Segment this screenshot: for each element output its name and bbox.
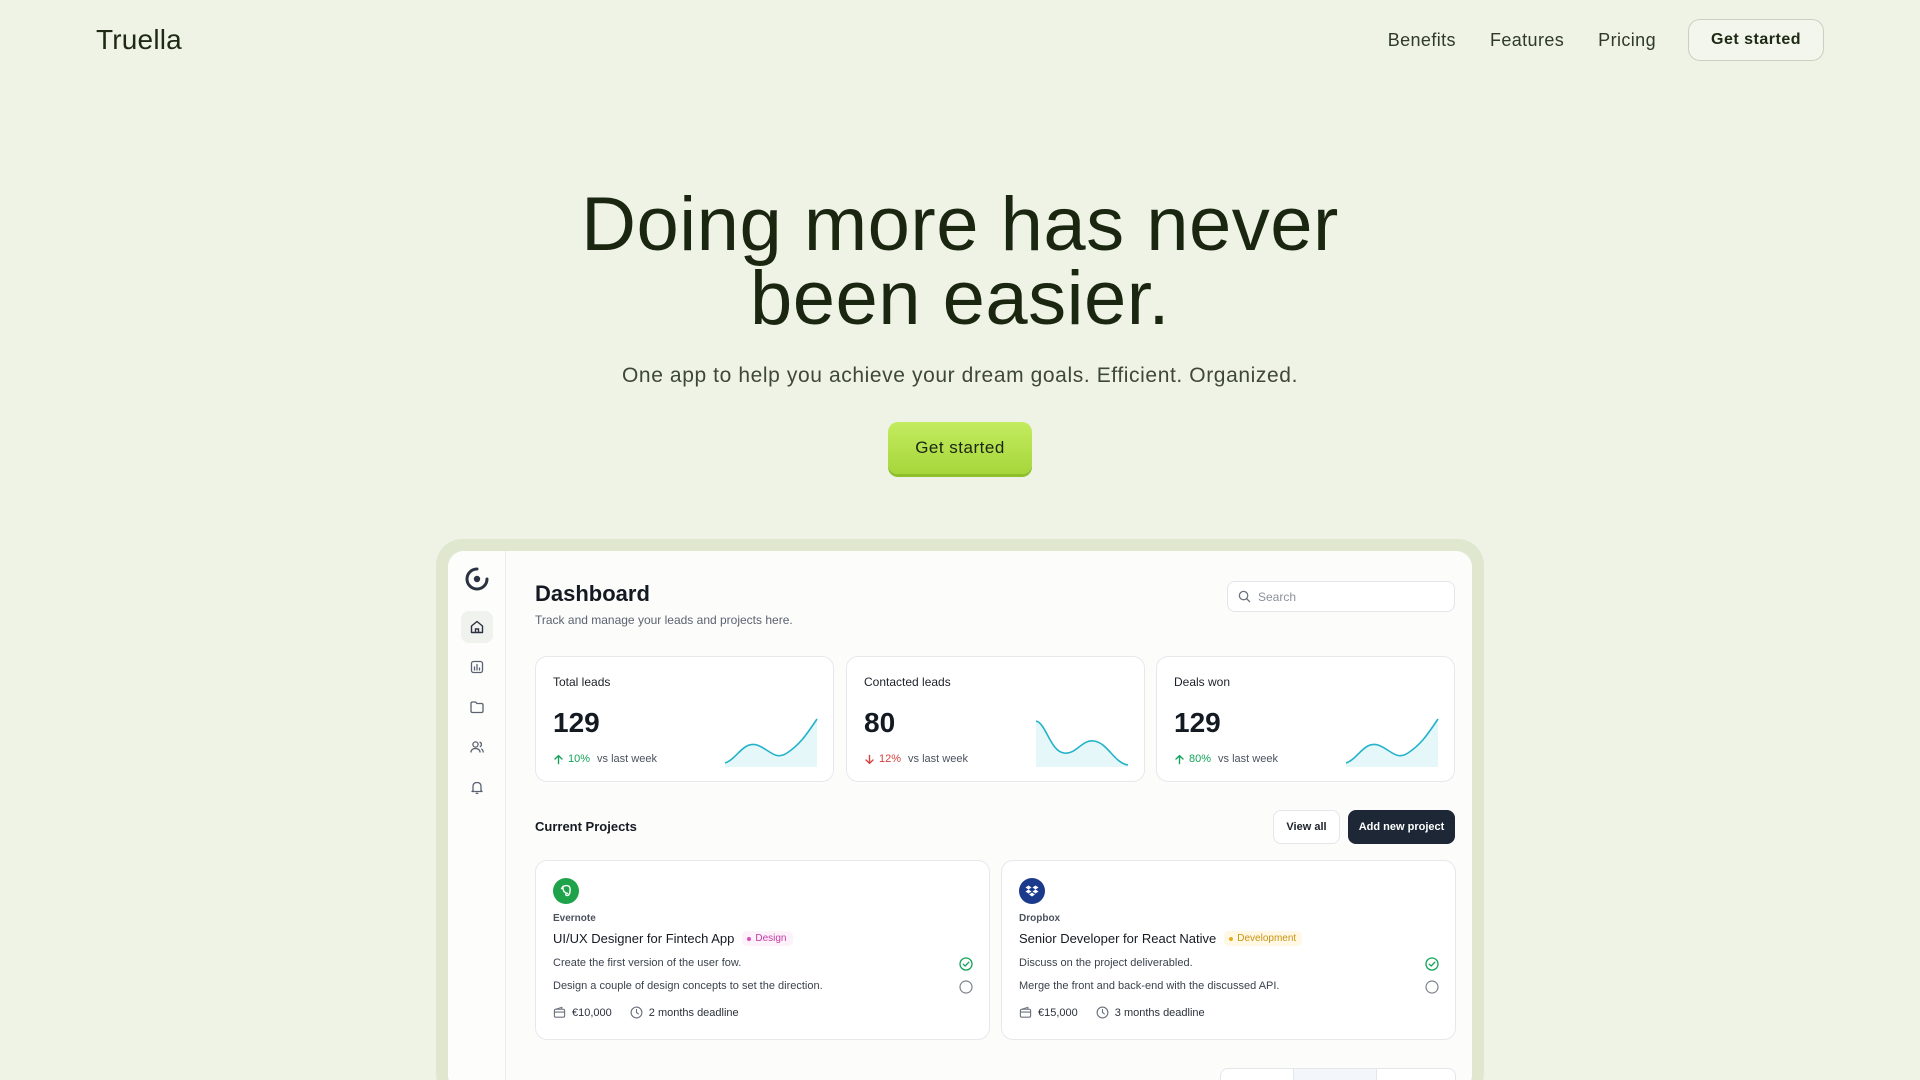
project-deadline: 3 months deadline [1096, 1006, 1205, 1019]
hero-title-line-2: been easier. [749, 256, 1171, 341]
project-company: Evernote [553, 913, 596, 924]
project-title-row: Senior Developer for React Native Develo… [1019, 931, 1303, 946]
sparkline-chart [724, 718, 818, 767]
stat-card-total-leads: Total leads 129 10% vs last week [535, 656, 834, 782]
hero-title-line-1: Doing more has never [581, 182, 1339, 267]
stat-label: Total leads [553, 675, 611, 689]
evernote-logo-icon [553, 878, 579, 904]
nav-get-started-button[interactable]: Get started [1688, 19, 1824, 61]
sidebar-item-users[interactable] [461, 731, 493, 763]
sidebar [448, 551, 506, 1080]
dashboard-app: Dashboard Track and manage your leads an… [448, 551, 1472, 1080]
project-title: Senior Developer for React Native [1019, 931, 1217, 946]
nav-link-pricing[interactable]: Pricing [1598, 30, 1656, 51]
dashboard-subtitle: Track and manage your leads and projects… [535, 613, 793, 627]
brand-logo[interactable]: Truella [96, 24, 182, 56]
trend-note: vs last week [1218, 753, 1278, 765]
stat-card-contacted-leads: Contacted leads 80 12% vs last week [846, 656, 1145, 782]
budget-value: €15,000 [1038, 1006, 1078, 1019]
folder-icon [470, 701, 484, 714]
project-card-evernote[interactable]: Evernote UI/UX Designer for Fintech App … [535, 860, 990, 1040]
sidebar-item-notifications[interactable] [461, 771, 493, 803]
bell-icon [471, 781, 483, 795]
search-box[interactable] [1227, 581, 1455, 612]
add-new-project-button[interactable]: Add new project [1348, 810, 1455, 844]
users-icon [470, 741, 484, 753]
trend-percent: 12% [879, 753, 902, 765]
budget-value: €10,000 [572, 1006, 612, 1019]
empty-circle-icon[interactable] [1425, 980, 1439, 994]
project-budget: €15,000 [1019, 1006, 1078, 1019]
sparkline-chart [1345, 718, 1439, 767]
task-item: Design a couple of design concepts to se… [553, 980, 823, 992]
arrow-down-icon [865, 754, 874, 764]
project-tag-development: Development [1224, 931, 1303, 946]
trend-percent: 10% [568, 753, 591, 765]
deadline-value: 3 months deadline [1114, 1006, 1205, 1019]
logo-icon[interactable] [465, 567, 489, 591]
clock-icon [1096, 1006, 1109, 1019]
tag-label: Development [1237, 933, 1297, 944]
nav-link-benefits[interactable]: Benefits [1388, 30, 1456, 51]
hero-get-started-button[interactable]: Get started [888, 422, 1032, 474]
task-item: Discuss on the project deliverabled. [1019, 957, 1193, 969]
top-navigation: Truella Benefits Features Pricing Get st… [0, 0, 1920, 84]
empty-circle-icon[interactable] [959, 980, 973, 994]
search-icon [1238, 590, 1251, 603]
arrow-up-icon [1175, 754, 1184, 764]
project-card-dropbox[interactable]: Dropbox Senior Developer for React Nativ… [1001, 860, 1456, 1040]
project-meta: €10,000 2 months deadline [553, 1006, 739, 1019]
task-item: Merge the front and back-end with the di… [1019, 980, 1280, 992]
stat-value: 129 [553, 707, 600, 738]
project-tag-design: Design [742, 931, 793, 946]
search-input[interactable] [1258, 589, 1438, 604]
sidebar-item-projects[interactable] [461, 691, 493, 723]
check-circle-icon[interactable] [959, 957, 973, 971]
current-projects-heading: Current Projects [535, 819, 637, 834]
stat-trend: 80% vs last week [1174, 753, 1278, 765]
stat-card-deals-won: Deals won 129 80% vs last week [1156, 656, 1455, 782]
stat-value: 129 [1174, 707, 1221, 738]
project-meta: €15,000 3 months deadline [1019, 1006, 1205, 1019]
clock-icon [630, 1006, 643, 1019]
segmented-control-partial[interactable] [1220, 1068, 1456, 1080]
nav-link-features[interactable]: Features [1490, 30, 1564, 51]
project-title-row: UI/UX Designer for Fintech App Design [553, 931, 793, 946]
hero-subtitle: One app to help you achieve your dream g… [621, 364, 1299, 387]
wallet-icon [1019, 1006, 1032, 1018]
arrow-up-icon [554, 754, 563, 764]
stat-label: Deals won [1174, 675, 1231, 689]
stat-trend: 10% vs last week [553, 753, 657, 765]
trend-note: vs last week [597, 753, 657, 765]
view-all-button[interactable]: View all [1273, 810, 1340, 844]
project-deadline: 2 months deadline [630, 1006, 739, 1019]
sidebar-item-home[interactable] [461, 611, 493, 643]
sparkline-chart [1035, 720, 1129, 767]
tag-label: Design [755, 933, 787, 944]
nav-links: Benefits Features Pricing [1388, 30, 1656, 51]
chart-icon [470, 660, 484, 674]
hero-title: Doing more has never been easier. [0, 187, 1920, 337]
trend-percent: 80% [1189, 753, 1212, 765]
stat-trend: 12% vs last week [864, 753, 968, 765]
stat-value: 80 [864, 707, 896, 738]
sidebar-item-analytics[interactable] [461, 651, 493, 683]
project-company: Dropbox [1019, 913, 1061, 924]
project-title: UI/UX Designer for Fintech App [553, 931, 735, 946]
stat-label: Contacted leads [864, 675, 951, 689]
dropbox-logo-icon [1019, 878, 1045, 904]
task-item: Create the first version of the user fow… [553, 957, 742, 969]
dashboard-title: Dashboard [535, 581, 650, 606]
check-circle-icon[interactable] [1425, 957, 1439, 971]
deadline-value: 2 months deadline [648, 1006, 739, 1019]
wallet-icon [553, 1006, 566, 1018]
trend-note: vs last week [908, 753, 968, 765]
project-budget: €10,000 [553, 1006, 612, 1019]
home-icon [470, 620, 484, 634]
